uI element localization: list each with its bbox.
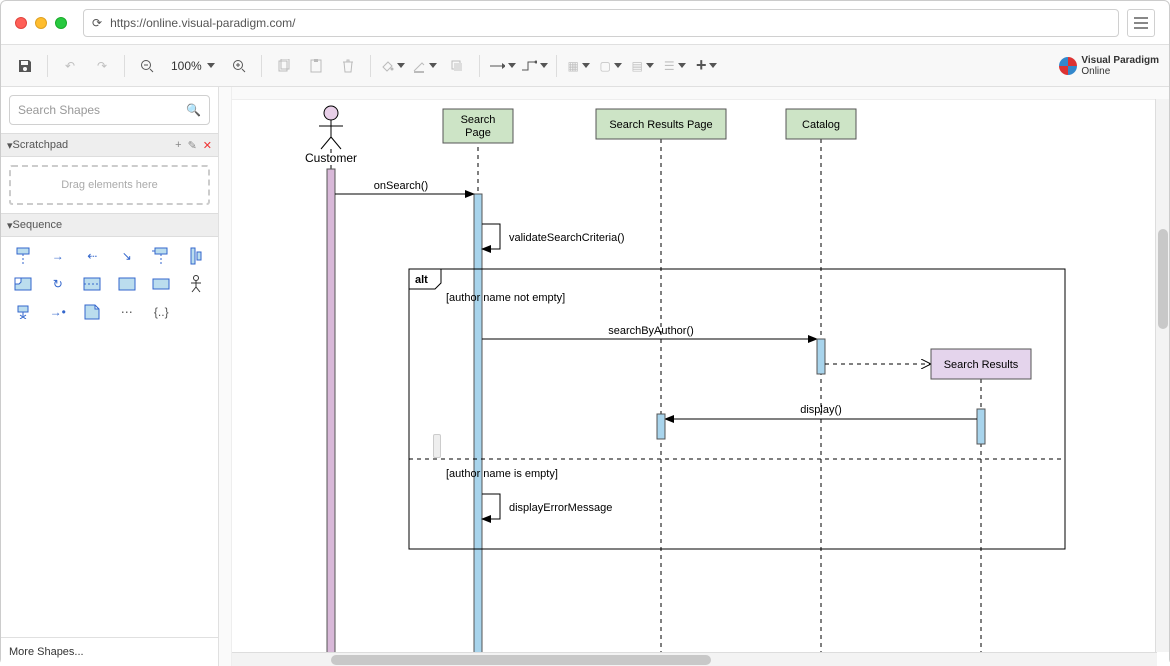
message-validate[interactable]: [482, 224, 500, 249]
actor-shape[interactable]: [182, 273, 211, 295]
redo-button[interactable]: ↷: [88, 52, 116, 80]
fill-color-button[interactable]: [379, 52, 407, 80]
zoom-in-button[interactable]: [225, 52, 253, 80]
to-front-button[interactable]: ▦: [565, 52, 593, 80]
line-color-button[interactable]: [411, 52, 439, 80]
svg-text:onSearch(): onSearch(): [374, 180, 428, 192]
vertical-scrollbar[interactable]: [1155, 99, 1169, 652]
constraint-shape[interactable]: ⋯: [113, 301, 142, 323]
main-toolbar: ↶ ↷ 100% ▦ ▢ ▤ ☰ + Visual ParadigmOnline: [1, 45, 1169, 87]
message-arrow-shape[interactable]: →: [44, 245, 73, 267]
diagram-canvas[interactable]: Customer SearchPage Search Results Page …: [219, 87, 1169, 666]
frame-shape[interactable]: [9, 273, 38, 295]
reload-icon[interactable]: ⟳: [92, 16, 102, 30]
save-button[interactable]: [11, 52, 39, 80]
connector-style-button[interactable]: [488, 52, 516, 80]
svg-text:Customer: Customer: [305, 151, 357, 165]
svg-text:display(): display(): [800, 404, 842, 416]
svg-text:displayErrorMessage: displayErrorMessage: [509, 502, 612, 514]
object-shape[interactable]: [147, 273, 176, 295]
add-button[interactable]: +: [693, 52, 721, 80]
logo-icon: [1059, 57, 1077, 75]
async-arrow-shape[interactable]: ↘: [113, 245, 142, 267]
edit-icon[interactable]: ✎: [188, 139, 197, 152]
ref-frame-shape[interactable]: [113, 273, 142, 295]
alt-frame-shape[interactable]: [78, 273, 107, 295]
shapes-sidebar: Search Shapes 🔍 ▾ Scratchpad + ✎ ✕ Drag …: [1, 87, 219, 666]
url-bar[interactable]: ⟳ https://online.visual-paradigm.com/: [83, 9, 1119, 37]
lifeline-shape[interactable]: [9, 245, 38, 267]
brand-logo: Visual ParadigmOnline: [1059, 55, 1159, 77]
more-shapes-link[interactable]: More Shapes...: [1, 637, 218, 666]
svg-text:[author name is empty]: [author name is empty]: [446, 468, 558, 480]
svg-text:[author name not empty]: [author name not empty]: [446, 292, 565, 304]
alt-fragment[interactable]: [409, 269, 1065, 549]
activation-search-page[interactable]: [474, 194, 482, 659]
continuation-shape[interactable]: {..}: [147, 301, 176, 323]
sequence-diagram[interactable]: Customer SearchPage Search Results Page …: [231, 99, 1141, 659]
menu-button[interactable]: [1127, 9, 1155, 37]
sequence-shapes-palette: → ⇠ ↘ ↻ →• ⋯ {..}: [1, 237, 218, 331]
search-icon: 🔍: [186, 103, 201, 117]
destroy-shape[interactable]: [9, 301, 38, 323]
found-message-shape[interactable]: [147, 245, 176, 267]
waypoint-style-button[interactable]: [520, 52, 548, 80]
actor-customer[interactable]: Customer: [305, 106, 357, 165]
scratchpad-header[interactable]: ▾ Scratchpad + ✎ ✕: [1, 133, 218, 157]
minimize-window-button[interactable]: [35, 17, 47, 29]
window-titlebar: ⟳ https://online.visual-paradigm.com/: [1, 1, 1169, 45]
return-arrow-shape[interactable]: ⇠: [78, 245, 107, 267]
activation-results-page[interactable]: [657, 414, 665, 439]
shadow-button[interactable]: [443, 52, 471, 80]
distribute-button[interactable]: ☰: [661, 52, 689, 80]
note-shape[interactable]: [78, 301, 107, 323]
activation-shape[interactable]: [182, 245, 211, 267]
undo-button[interactable]: ↶: [56, 52, 84, 80]
search-shapes-input[interactable]: Search Shapes 🔍: [9, 95, 210, 125]
close-window-button[interactable]: [15, 17, 27, 29]
svg-text:Search Results: Search Results: [944, 359, 1019, 371]
lifeline-catalog[interactable]: Catalog: [786, 109, 856, 139]
svg-text:Page: Page: [465, 127, 491, 139]
to-back-button[interactable]: ▢: [597, 52, 625, 80]
svg-text:searchByAuthor(): searchByAuthor(): [608, 325, 694, 337]
maximize-window-button[interactable]: [55, 17, 67, 29]
copy-button[interactable]: [270, 52, 298, 80]
svg-text:Catalog: Catalog: [802, 119, 840, 131]
chevron-down-icon: [207, 63, 215, 68]
svg-text:validateSearchCriteria(): validateSearchCriteria(): [509, 232, 625, 244]
align-button[interactable]: ▤: [629, 52, 657, 80]
delete-button[interactable]: [334, 52, 362, 80]
lifeline-results-page[interactable]: Search Results Page: [596, 109, 726, 139]
scratchpad-dropzone[interactable]: Drag elements here: [9, 165, 210, 205]
activation-catalog[interactable]: [817, 339, 825, 374]
zoom-out-button[interactable]: [133, 52, 161, 80]
lost-message-shape[interactable]: →•: [44, 301, 73, 323]
self-message-shape[interactable]: ↻: [44, 273, 73, 295]
svg-text:alt: alt: [415, 274, 428, 286]
sequence-header[interactable]: ▾ Sequence: [1, 213, 218, 237]
add-icon[interactable]: +: [175, 139, 181, 152]
paste-button[interactable]: [302, 52, 330, 80]
activation-customer[interactable]: [327, 169, 335, 659]
svg-text:Search Results Page: Search Results Page: [609, 119, 712, 131]
activation-results-obj[interactable]: [977, 409, 985, 444]
close-icon[interactable]: ✕: [203, 139, 212, 152]
url-text: https://online.visual-paradigm.com/: [110, 16, 295, 30]
svg-text:Search: Search: [461, 114, 496, 126]
message-display-error[interactable]: [482, 494, 500, 519]
horizontal-scrollbar[interactable]: [231, 652, 1157, 666]
zoom-level[interactable]: 100%: [165, 59, 221, 73]
lifeline-search-page[interactable]: SearchPage: [443, 109, 513, 143]
